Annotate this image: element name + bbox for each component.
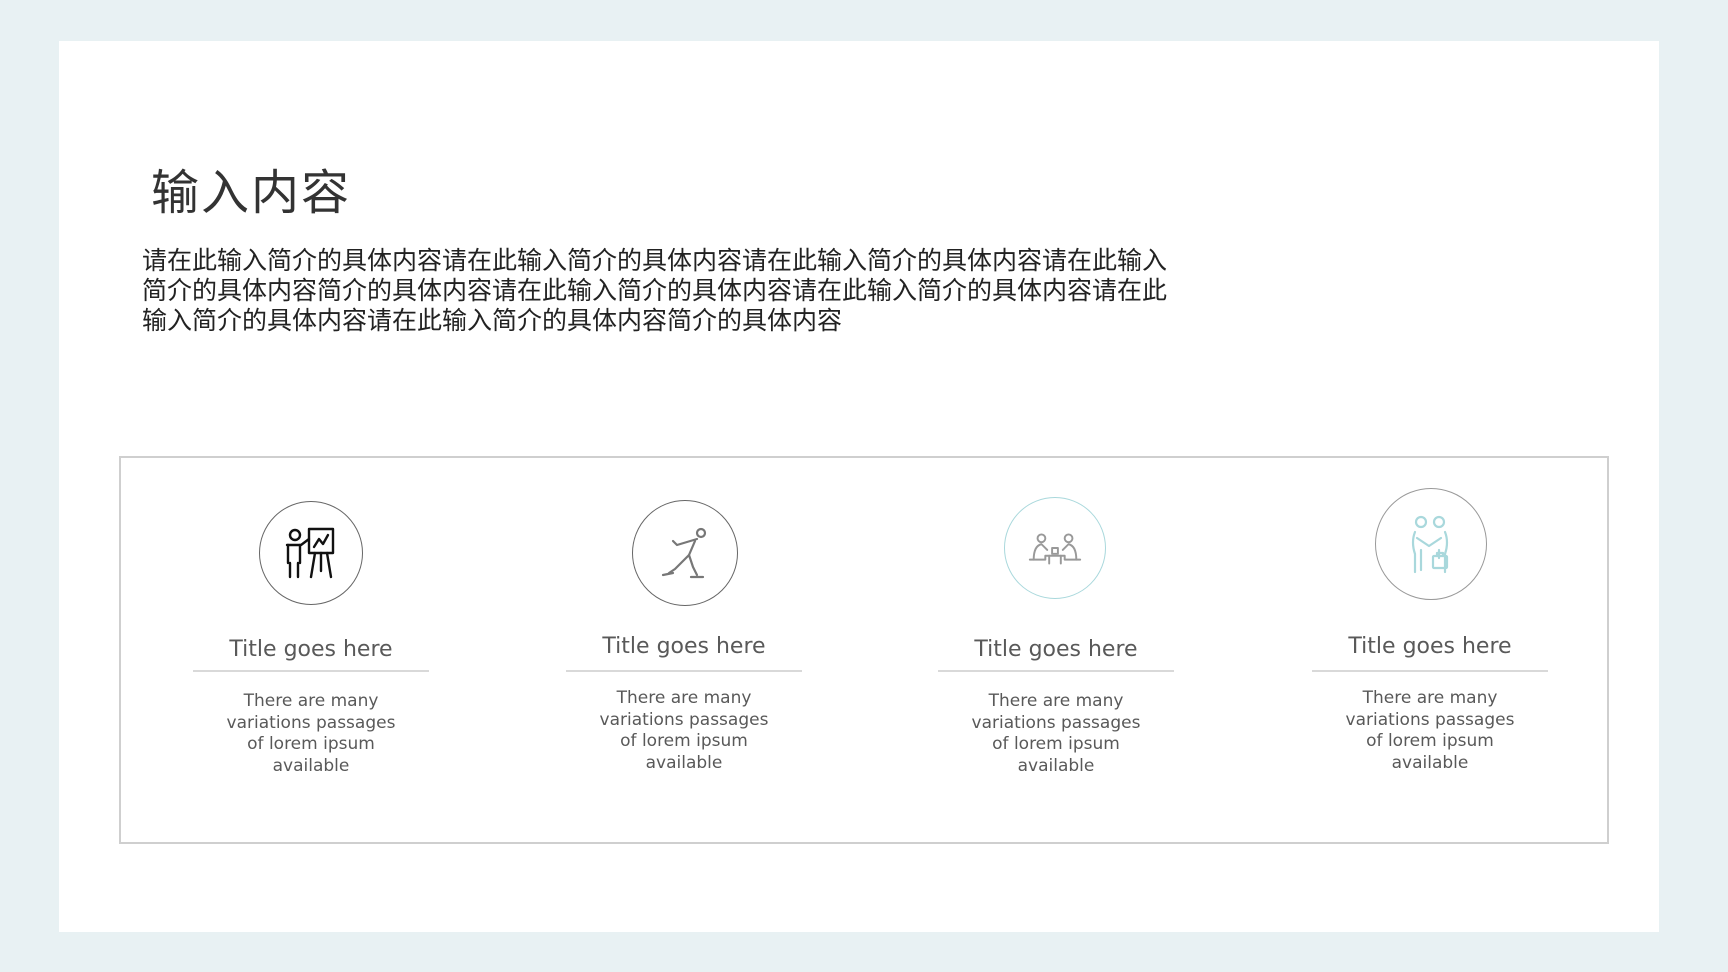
feature-card: Title goes here There are many variation…: [193, 458, 429, 842]
feature-card: Title goes here There are many variation…: [566, 458, 802, 842]
ice-skater-icon: [632, 500, 738, 606]
intro-line: 简介的具体内容简介的具体内容请在此输入简介的具体内容请在此输入简介的具体内容请在…: [142, 276, 1168, 305]
card-divider: [566, 670, 802, 672]
feature-card: Title goes here There are many variation…: [1312, 458, 1548, 842]
card-divider: [1312, 670, 1548, 672]
card-description: There are many variations passages of lo…: [599, 688, 769, 773]
intro-line: 输入简介的具体内容请在此输入简介的具体内容简介的具体内容: [142, 306, 843, 335]
card-divider: [938, 670, 1174, 672]
features-panel: Title goes here There are many variation…: [119, 456, 1609, 844]
handshake-briefcase-icon: [1375, 488, 1487, 600]
slide: 输入内容 请在此输入简介的具体内容请在此输入简介的具体内容请在此输入简介的具体内…: [59, 41, 1659, 932]
card-title: Title goes here: [602, 634, 766, 659]
card-divider: [193, 670, 429, 672]
page-title: 输入内容: [151, 165, 352, 221]
presenter-easel-icon: [259, 501, 363, 605]
intro-line: 请在此输入简介的具体内容请在此输入简介的具体内容请在此输入简介的具体内容请在此输…: [142, 246, 1168, 275]
meeting-table-icon: [1004, 497, 1106, 599]
intro-paragraph: 请在此输入简介的具体内容请在此输入简介的具体内容请在此输入简介的具体内容请在此输…: [142, 246, 1342, 336]
card-title: Title goes here: [229, 637, 393, 662]
feature-card: Title goes here There are many variation…: [938, 458, 1174, 842]
card-title: Title goes here: [1348, 634, 1512, 659]
card-description: There are many variations passages of lo…: [971, 691, 1141, 776]
card-description: There are many variations passages of lo…: [1345, 688, 1515, 773]
card-title: Title goes here: [974, 637, 1138, 662]
card-description: There are many variations passages of lo…: [226, 691, 396, 776]
